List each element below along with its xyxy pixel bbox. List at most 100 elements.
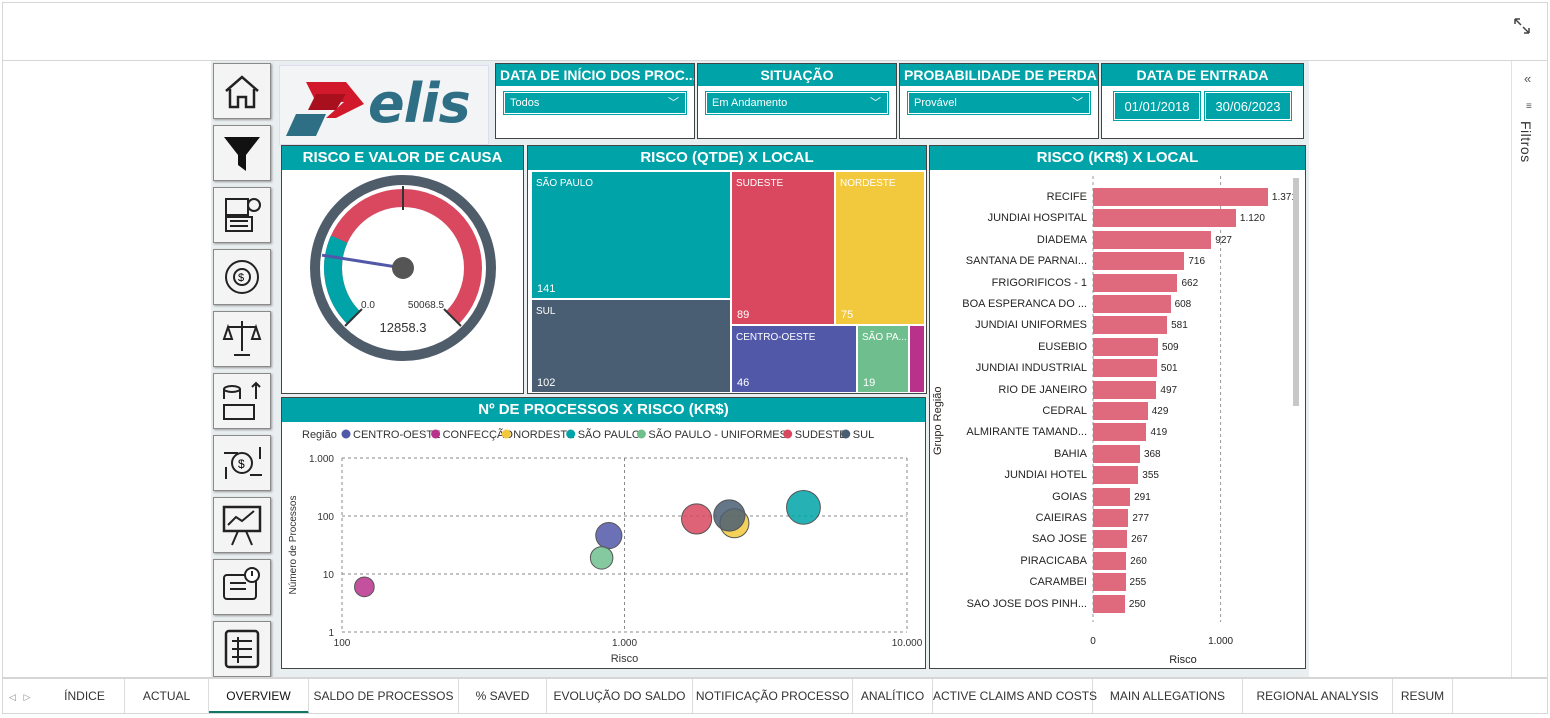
treemap-tile[interactable]: SUDESTE 89 xyxy=(732,172,834,324)
nav-button-table[interactable] xyxy=(213,621,271,677)
data-inicio-dropdown[interactable]: Todos ﹀ xyxy=(503,91,687,115)
logo-text: elis xyxy=(368,72,471,135)
bar-category-label: GOIAS xyxy=(1052,490,1087,503)
treemap-panel[interactable]: RISCO (QTDE) X LOCAL SÃO PAULO 141 SUL 102 S… xyxy=(527,145,927,394)
next-arrow-icon[interactable]: ▷ xyxy=(23,692,30,702)
chevron-down-icon: ﹀ xyxy=(870,97,881,109)
tab-active-claims-and-costs[interactable]: ACTIVE CLAIMS AND COSTS xyxy=(933,679,1097,713)
bar[interactable] xyxy=(1093,337,1158,356)
bar[interactable] xyxy=(1093,316,1168,335)
treemap-tile[interactable]: SUL 102 xyxy=(532,300,730,392)
x-tick-label: 100 xyxy=(334,638,351,649)
bar-value-label: 368 xyxy=(1143,448,1161,460)
nav-button-presentation-chart[interactable] xyxy=(213,497,271,553)
bubble-s-o-paulo xyxy=(786,489,821,525)
scatter-chart: Região CENTRO-OESTE CONFECÇÃO NORDESTE SÃO P… xyxy=(288,428,923,665)
prev-arrow-icon[interactable]: ◁ xyxy=(9,692,16,702)
tab-resum[interactable]: RESUM xyxy=(1393,679,1453,713)
tab-regional-analysis[interactable]: REGIONAL ANALYSIS xyxy=(1243,679,1393,713)
legend-marker xyxy=(841,429,851,439)
treemap-tile[interactable]: CENTRO-OESTE 46 xyxy=(732,326,856,392)
bar[interactable] xyxy=(1093,466,1139,485)
filters-pane[interactable]: « ≡ Filtros xyxy=(1511,61,1547,677)
bar[interactable] xyxy=(1093,273,1178,292)
treemap-tile[interactable]: SÃO PA... 19 xyxy=(858,326,908,392)
bar[interactable] xyxy=(1093,509,1129,527)
bar[interactable] xyxy=(1093,551,1127,570)
bubble-s-o-paulo-uniformes xyxy=(589,546,614,570)
tab--saved[interactable]: % SAVED xyxy=(459,679,547,713)
treemap-tile[interactable] xyxy=(910,326,924,392)
scatter-panel[interactable]: Nº DE PROCESSOS X RISCO (KR$) Região CENT… xyxy=(281,397,926,669)
tab-scroll-arrows[interactable]: ◁ ▷ xyxy=(3,679,45,713)
slicer-title: DATA DE ENTRADA xyxy=(1102,64,1303,86)
gauge-max-label: 50068.5 xyxy=(408,300,445,311)
tab-main-allegations[interactable]: MAIN ALLEGATIONS xyxy=(1093,679,1243,713)
tile-value: 46 xyxy=(737,377,750,389)
gauge-panel[interactable]: RISCO E VALOR DE CAUSA 0.0 50068.5 12858.3 xyxy=(281,145,524,394)
nav-button-filter[interactable] xyxy=(213,125,271,181)
legend-marker xyxy=(636,429,646,439)
gauge-min-label: 0.0 xyxy=(361,300,375,311)
bar[interactable] xyxy=(1093,295,1171,313)
gauge-chart: 0.0 50068.5 12858.3 xyxy=(310,175,496,361)
bar[interactable] xyxy=(1093,423,1147,442)
tile-value: 102 xyxy=(537,377,556,389)
bar-category-label: RIO DE JANEIRO xyxy=(998,383,1087,396)
situacao-dropdown[interactable]: Em Andamento ﹀ xyxy=(705,91,889,115)
bar[interactable] xyxy=(1093,444,1140,463)
bar[interactable] xyxy=(1093,487,1131,506)
bar[interactable] xyxy=(1093,359,1157,378)
top-bar xyxy=(2,2,1548,60)
x-axis-title: Risco xyxy=(611,653,639,665)
home-icon xyxy=(225,75,259,109)
nav-button-alert-document[interactable] xyxy=(213,559,271,615)
tab-saldo-de-processos[interactable]: SALDO DE PROCESSOS xyxy=(309,679,459,713)
bar-category-label: BOA ESPERANCA DO ... xyxy=(962,298,1087,310)
bar[interactable] xyxy=(1093,594,1125,613)
tab-overview[interactable]: OVERVIEW xyxy=(209,679,309,713)
svg-text:$: $ xyxy=(238,457,245,471)
slicer-data-entrada: DATA DE ENTRADA 01/01/2018 30/06/2023 xyxy=(1101,63,1304,139)
tab-evolu-o-do-saldo[interactable]: EVOLUÇÃO DO SALDO xyxy=(547,679,693,713)
legend-marker xyxy=(341,429,351,439)
bar-category-label: SAO JOSE DOS PINH... xyxy=(966,597,1087,610)
y-tick-label: 1.000 xyxy=(309,454,334,465)
treemap-tile[interactable]: SÃO PAULO 141 xyxy=(532,172,730,298)
bar[interactable] xyxy=(1093,252,1185,271)
treemap-tile[interactable]: NORDESTE 75 xyxy=(836,172,924,324)
bar[interactable] xyxy=(1093,530,1128,549)
start-date-input[interactable]: 01/01/2018 xyxy=(1113,91,1201,121)
nav-button-home[interactable] xyxy=(213,63,271,119)
bar-chart-panel[interactable]: RISCO (KR$) X LOCAL Grupo Região RECIFE 1… xyxy=(929,145,1306,669)
probabilidade-dropdown[interactable]: Provável ﹀ xyxy=(907,91,1091,115)
nav-button-money-transfer[interactable]: $ xyxy=(213,435,271,491)
tile-value: 19 xyxy=(863,377,876,389)
tile-value: 75 xyxy=(841,309,854,321)
bar[interactable] xyxy=(1093,573,1126,592)
nav-button-money-cycle[interactable]: $ xyxy=(213,249,271,305)
collapse-chevron-icon[interactable]: « xyxy=(1524,71,1531,86)
bar-category-label: ALMIRANTE TAMAND... xyxy=(966,426,1087,439)
bar-value-label: 581 xyxy=(1171,320,1188,332)
bar[interactable] xyxy=(1093,209,1236,228)
end-date-input[interactable]: 30/06/2023 xyxy=(1204,91,1292,121)
expand-icon[interactable] xyxy=(1511,15,1533,37)
nav-button-cash-flow[interactable] xyxy=(213,373,271,429)
bar[interactable] xyxy=(1093,402,1148,420)
bar[interactable] xyxy=(1093,230,1212,249)
slicer-probabilidade: PROBABILIDADE DE PERDA Provável ﹀ xyxy=(899,63,1099,139)
x-tick-label: 1.000 xyxy=(1208,636,1234,647)
nav-button-balance-scale[interactable] xyxy=(213,311,271,367)
tab-anal-tico[interactable]: ANALÍTICO xyxy=(853,679,933,713)
bar[interactable] xyxy=(1093,188,1268,206)
tab--ndice[interactable]: ÍNDICE xyxy=(45,679,125,713)
tab-actual[interactable]: ACTUAL xyxy=(125,679,209,713)
nav-button-report-calculator[interactable] xyxy=(213,187,271,243)
bar-value-label: 497 xyxy=(1160,384,1178,396)
legend-marker xyxy=(783,429,793,439)
tab-notifica-o-processo[interactable]: NOTIFICAÇÃO PROCESSO xyxy=(693,679,853,713)
scrollbar[interactable] xyxy=(1293,178,1299,406)
bar[interactable] xyxy=(1093,380,1157,399)
dropdown-value: Provável xyxy=(914,97,957,109)
